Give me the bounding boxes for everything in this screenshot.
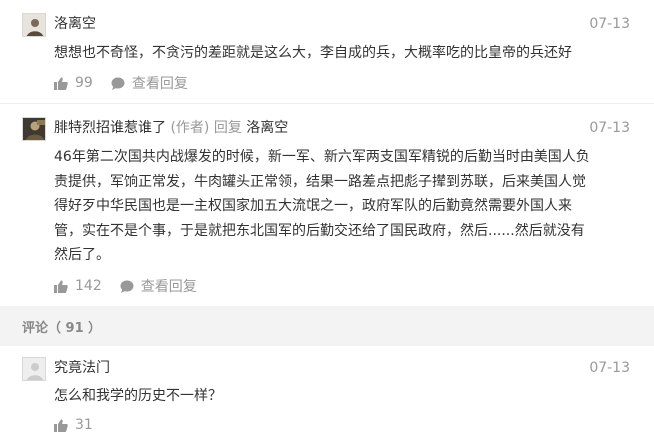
comments-section-header: 评论（ 91 ） [0, 306, 654, 346]
view-replies-button[interactable]: 查看回复 [120, 276, 197, 296]
view-replies-label: 查看回复 [140, 279, 197, 295]
comment-actions: 142 查看回复 [54, 276, 215, 296]
comment-text-line: 管，实在不是个事，于是就把东北国军的后勤交还给了国民政府，然后......然后就… [54, 222, 585, 239]
like-button[interactable]: 142 [54, 278, 102, 294]
speech-bubble-icon [111, 77, 125, 90]
view-replies-button[interactable]: 查看回复 [111, 73, 188, 93]
comment-username[interactable]: 腓特烈招谁惹谁了 [54, 120, 166, 136]
avatar[interactable] [22, 13, 46, 37]
thumbs-up-icon [54, 419, 68, 432]
like-count: 99 [75, 75, 93, 91]
comment-date: 07-13 [589, 16, 630, 32]
reply-keyword: 回复 [213, 120, 242, 136]
view-replies-label: 查看回复 [131, 76, 188, 92]
comment-3: 究竟法门 07-13 怎么和我学的历史不一样？ 31 [0, 346, 654, 448]
avatar[interactable] [22, 117, 46, 141]
comment-username[interactable]: 究竟法门 [54, 357, 110, 379]
author-tag: (作者) [170, 120, 210, 136]
like-count: 31 [75, 417, 93, 433]
comment-2: 腓特烈招谁惹谁了 (作者) 回复 洛离空 07-13 46年第二次国共内战爆发的… [0, 104, 654, 306]
comment-date: 07-13 [589, 120, 630, 136]
comment-header: 腓特烈招谁惹谁了 (作者) 回复 洛离空 [54, 117, 288, 139]
comment-username[interactable]: 洛离空 [54, 13, 96, 35]
like-button[interactable]: 99 [54, 75, 93, 91]
comment-text: 想想也不奇怪，不贪污的差距就是这么大，李自成的兵，大概率吃的比皇帝的兵还好 [54, 45, 572, 61]
comment-text: 46年第二次国共内战爆发的时候，新一军、新六军两支国军精锐的后勤当时由美国人负 … [54, 145, 634, 268]
comment-1: 洛离空 07-13 想想也不奇怪，不贪污的差距就是这么大，李自成的兵，大概率吃的… [0, 0, 654, 104]
comment-actions: 31 [54, 417, 111, 433]
like-button[interactable]: 31 [54, 417, 93, 433]
comment-actions: 99 查看回复 [54, 73, 206, 93]
comment-text-line: 然后了。 [54, 247, 110, 263]
thumbs-up-icon [54, 280, 68, 293]
comment-text-line: 责提供，军饷正常发，牛肉罐头正常领，结果一路差点把彪子撵到苏联，后来美国人觉 [54, 173, 586, 190]
comment-text-line: 46年第二次国共内战爆发的时候，新一军、新六军两支国军精锐的后勤当时由美国人负 [54, 149, 590, 165]
thumbs-up-icon [54, 77, 68, 90]
like-count: 142 [75, 278, 102, 294]
comment-date: 07-13 [589, 360, 630, 376]
comment-text: 怎么和我学的历史不一样？ [54, 388, 222, 404]
comment-text-line: 得好歹中华民国也是一主权国家加五大流氓之一，政府军队的后勤竟然需要外国人来 [54, 198, 572, 214]
speech-bubble-icon [120, 280, 134, 293]
reply-target-username[interactable]: 洛离空 [246, 120, 288, 136]
comments-count-label: 评论（ 91 ） [22, 321, 102, 336]
avatar[interactable] [22, 357, 46, 381]
